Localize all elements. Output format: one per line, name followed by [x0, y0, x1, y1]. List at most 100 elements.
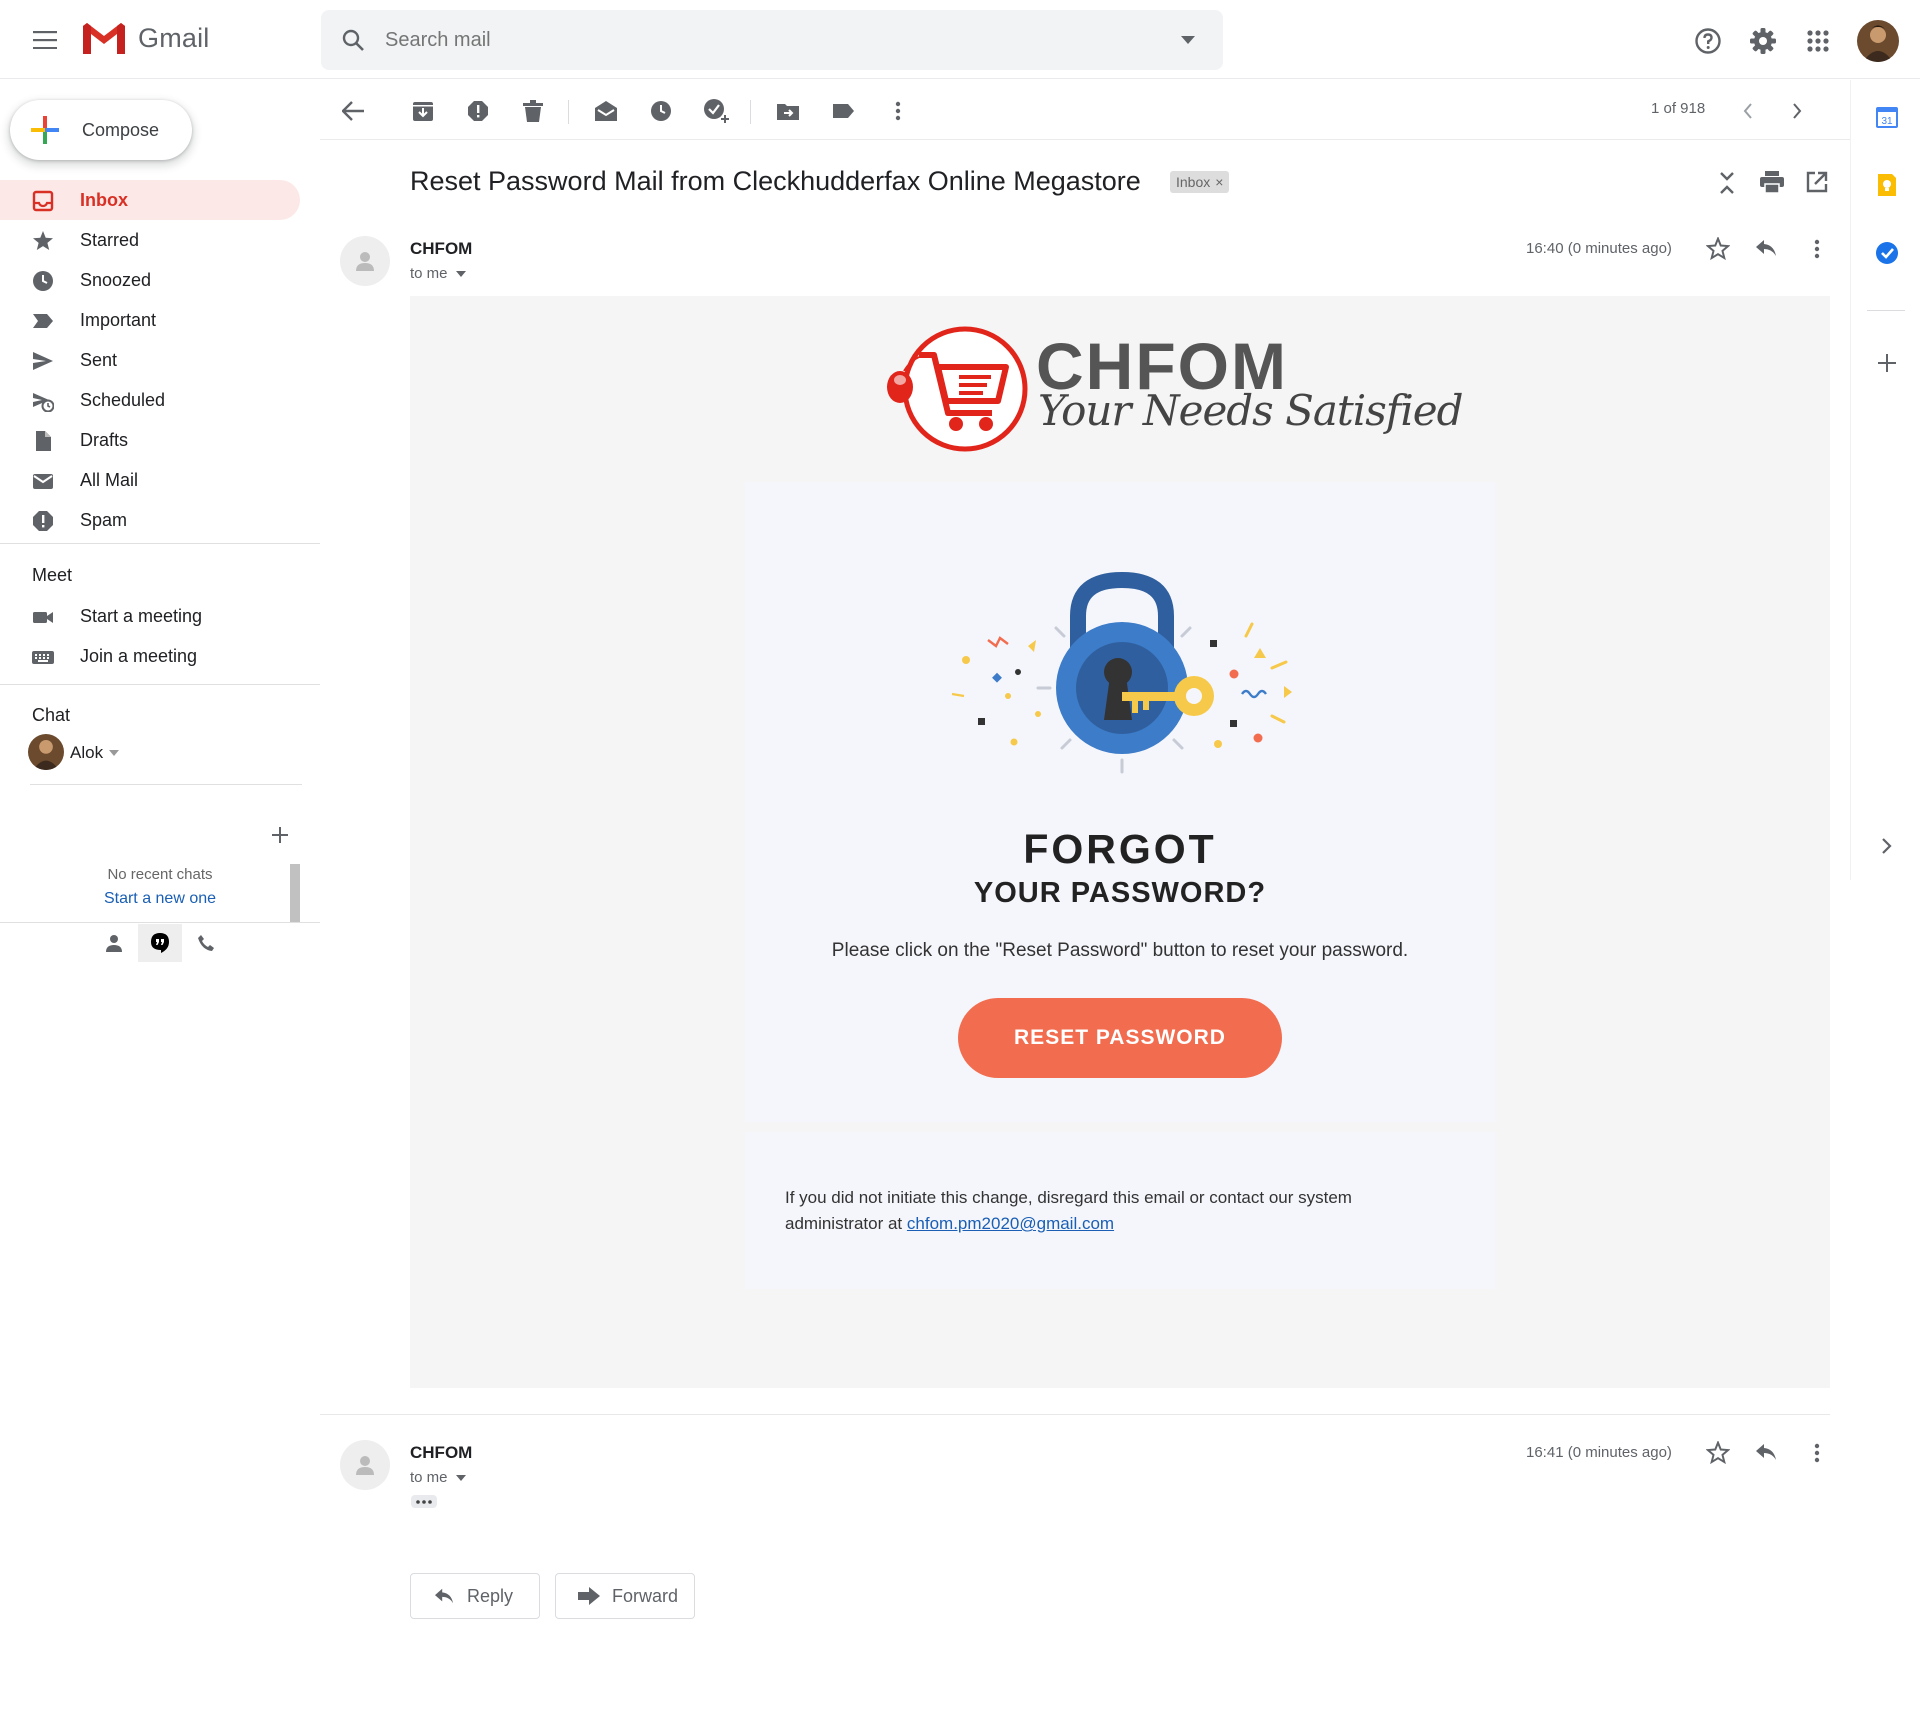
chat-user-status[interactable]: Alok — [70, 743, 120, 763]
inbox-icon — [32, 190, 54, 212]
tasks-icon[interactable] — [1874, 240, 1900, 266]
search-options-icon[interactable] — [1181, 36, 1195, 44]
join-meeting-item[interactable]: Join a meeting — [0, 636, 300, 676]
nav-label: Inbox — [80, 189, 128, 210]
message-time: 16:40 (0 minutes ago) — [1526, 240, 1672, 257]
star-button[interactable] — [1706, 1441, 1730, 1465]
mark-unread-button[interactable] — [593, 98, 619, 124]
search-bar[interactable] — [321, 10, 1223, 70]
main-menu-button[interactable] — [24, 22, 66, 58]
add-task-button[interactable] — [703, 98, 729, 124]
contacts-tab[interactable] — [100, 928, 128, 958]
email-subject: Reset Password Mail from Cleckhudderfax … — [410, 166, 1141, 196]
hangouts-tab[interactable] — [138, 924, 182, 962]
nav-label: Snoozed — [80, 269, 152, 290]
nav-item-inbox[interactable]: Inbox — [0, 180, 300, 220]
compose-button[interactable]: Compose — [10, 100, 192, 160]
reply-action-button[interactable]: Reply — [410, 1573, 540, 1619]
search-input[interactable] — [385, 28, 1181, 52]
start-meeting-item[interactable]: Start a meeting — [0, 596, 300, 636]
disclaimer-text: If you did not initiate this change, dis… — [785, 1185, 1425, 1237]
more-vert-icon — [1814, 1443, 1820, 1463]
sender-name[interactable]: CHFOM — [410, 1443, 472, 1463]
nav-label: Spam — [80, 509, 128, 530]
help-button[interactable] — [1689, 22, 1727, 60]
account-avatar[interactable] — [1857, 20, 1899, 62]
add-chat-icon[interactable] — [272, 827, 288, 843]
chat-scrollbar[interactable] — [290, 864, 300, 922]
add-addon-icon[interactable] — [1878, 354, 1896, 372]
nav-item-spam[interactable]: Spam — [0, 500, 300, 540]
rail-divider — [1867, 310, 1905, 311]
start-new-chat-link[interactable]: Start a new one — [30, 890, 290, 908]
reset-password-button[interactable]: RESET PASSWORD — [958, 998, 1282, 1078]
remove-label-icon[interactable]: × — [1215, 174, 1223, 190]
message-more-button[interactable] — [1814, 1443, 1820, 1463]
message-divider — [320, 1414, 1830, 1415]
nav-item-scheduled[interactable]: Scheduled — [0, 380, 300, 420]
back-button[interactable] — [340, 98, 366, 124]
newer-button[interactable] — [1735, 98, 1761, 124]
apps-button[interactable] — [1799, 22, 1837, 60]
sender-name[interactable]: CHFOM — [410, 239, 472, 259]
star-outline-icon — [1706, 1441, 1730, 1465]
reset-instruction: Please click on the "Reset Password" but… — [831, 940, 1409, 961]
nav-item-sent[interactable]: Sent — [0, 340, 300, 380]
important-icon — [33, 314, 53, 328]
apps-grid-icon — [1807, 30, 1829, 52]
more-actions-button[interactable] — [885, 98, 911, 124]
forward-action-button[interactable]: Forward — [555, 1573, 695, 1619]
calendar-icon[interactable]: 31 — [1874, 104, 1900, 130]
nav-item-starred[interactable]: Starred — [0, 220, 300, 260]
meet-label: Start a meeting — [80, 605, 203, 626]
sidebar-divider — [0, 543, 320, 544]
phone-tab[interactable] — [192, 928, 220, 958]
nav-item-all-mail[interactable]: All Mail — [0, 460, 300, 500]
recipient-toggle[interactable]: to me — [410, 265, 466, 282]
show-trimmed-content-button[interactable] — [411, 1495, 437, 1508]
move-to-button[interactable] — [775, 98, 801, 124]
move-to-folder-icon — [777, 104, 799, 120]
chat-user-avatar[interactable] — [28, 734, 64, 770]
chat-user-name: Alok — [70, 743, 104, 762]
toolbar-separator — [750, 100, 751, 124]
user-photo-icon — [1857, 20, 1899, 62]
gmail-logo[interactable]: Gmail — [80, 20, 210, 56]
compose-label: Compose — [82, 119, 160, 140]
nav-item-snoozed[interactable]: Snoozed — [0, 260, 300, 300]
reply-icon — [1756, 1444, 1776, 1460]
nav-label: Important — [80, 309, 157, 330]
snooze-button[interactable] — [648, 98, 674, 124]
inbox-label-chip[interactable]: Inbox × — [1170, 171, 1230, 193]
message-more-button[interactable] — [1814, 239, 1820, 259]
search-icon[interactable] — [341, 28, 365, 52]
chat-section-title: Chat — [32, 705, 71, 725]
nav-item-important[interactable]: Important — [0, 300, 300, 340]
forward-label: Forward — [612, 1585, 679, 1606]
collapse-all-button[interactable] — [1716, 170, 1738, 196]
report-spam-button[interactable] — [465, 98, 491, 124]
archive-button[interactable] — [410, 98, 436, 124]
keep-icon[interactable] — [1874, 172, 1900, 198]
chevron-right-icon[interactable] — [1881, 838, 1893, 854]
open-new-window-button[interactable] — [1806, 171, 1828, 193]
labels-button[interactable] — [830, 98, 856, 124]
older-button[interactable] — [1784, 98, 1810, 124]
print-button[interactable] — [1760, 171, 1784, 193]
reply-button[interactable] — [1754, 238, 1778, 258]
unfold-less-icon — [1720, 172, 1734, 194]
nav-label: Sent — [80, 349, 118, 370]
reply-button[interactable] — [1754, 1442, 1778, 1462]
open-in-new-icon — [1806, 171, 1828, 193]
more-horiz-icon — [416, 1499, 432, 1504]
settings-button[interactable] — [1744, 22, 1782, 60]
chevron-down-icon — [109, 750, 120, 756]
recipient-text: to me — [410, 1469, 448, 1486]
star-button[interactable] — [1706, 237, 1730, 261]
nav-item-drafts[interactable]: Drafts — [0, 420, 300, 460]
delete-button[interactable] — [520, 98, 546, 124]
recipient-toggle[interactable]: to me — [410, 1469, 466, 1486]
admin-email-link[interactable]: chfom.pm2020@gmail.com — [907, 1214, 1114, 1233]
nav-label: Scheduled — [80, 389, 166, 410]
user-photo-icon — [28, 734, 64, 770]
